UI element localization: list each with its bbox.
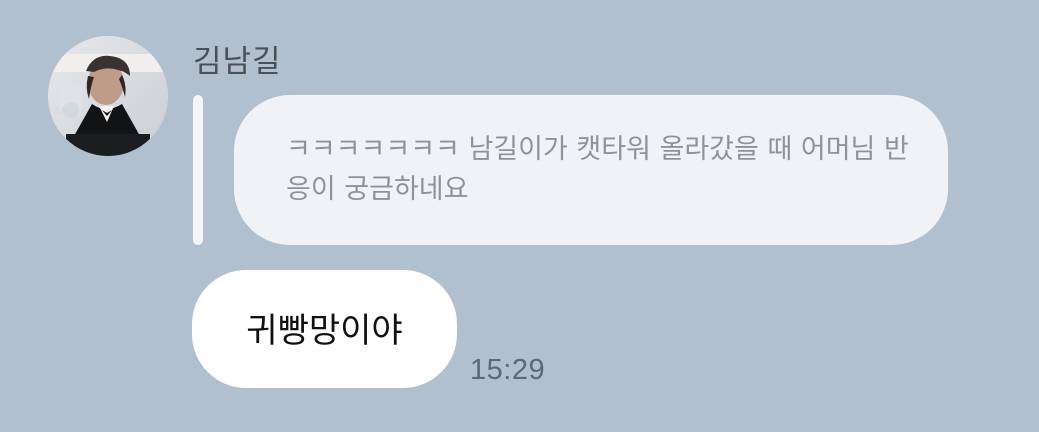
- chat-area: SEO 김남길 ㅋㅋㅋㅋㅋㅋㅋ 남길이가 캣타워 올라갔을 때 어머님 반응이 …: [0, 0, 1039, 432]
- chat-message-text: 귀빵망이야: [246, 311, 403, 351]
- sender-name: 김남길: [193, 44, 282, 80]
- profile-photo-icon: SEO: [48, 36, 168, 156]
- quoted-message-text: ㅋㅋㅋㅋㅋㅋㅋ 남길이가 캣타워 올라갔을 때 어머님 반응이 궁금하네요: [286, 134, 909, 205]
- chat-message-bubble[interactable]: 귀빵망이야: [192, 270, 457, 388]
- quoted-message-bubble[interactable]: ㅋㅋㅋㅋㅋㅋㅋ 남길이가 캣타워 올라갔을 때 어머님 반응이 궁금하네요: [234, 95, 948, 245]
- sender-avatar[interactable]: SEO: [48, 36, 168, 156]
- reply-indicator-bar: [193, 95, 203, 245]
- svg-text:SEO: SEO: [55, 106, 76, 117]
- message-timestamp: 15:29: [470, 354, 546, 386]
